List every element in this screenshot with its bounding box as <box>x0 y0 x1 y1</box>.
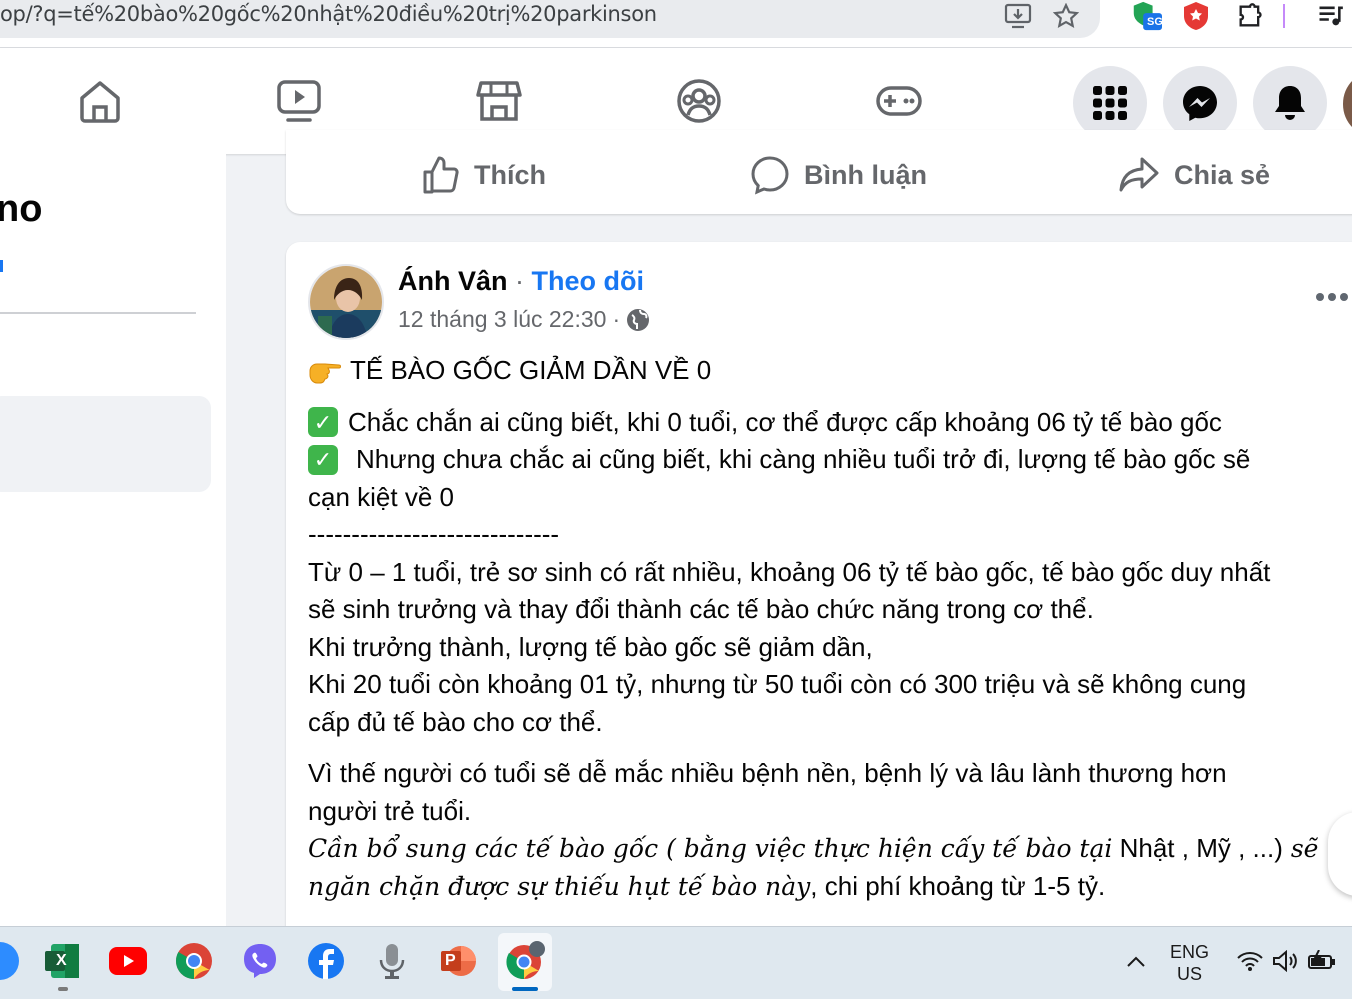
address-bar[interactable]: op/?q=tế%20bào%20gốc%20nhật%20điều%20trị… <box>0 0 1100 38</box>
viber-app-icon[interactable] <box>240 941 280 981</box>
extensions-puzzle-icon[interactable] <box>1234 0 1266 32</box>
powerpoint-letter: P <box>445 952 456 969</box>
body-line: sẽ sinh trưởng và thay đổi thành các tế … <box>308 594 1094 624</box>
public-globe-icon <box>627 308 650 331</box>
author-separator: · <box>515 266 525 296</box>
italic-paragraph-line-1: Cần bổ sung các tế bào gốc ( bằng việc t… <box>308 830 1348 868</box>
watch-video-icon[interactable] <box>269 72 329 130</box>
home-icon[interactable] <box>70 72 130 130</box>
author-line: Ánh Vân · Theo dõi <box>398 266 644 297</box>
comment-label: Bình luận <box>804 159 927 190</box>
sidebar-link-marker[interactable] <box>0 260 3 272</box>
gaming-icon[interactable] <box>869 72 929 130</box>
sidebar-divider <box>0 312 196 314</box>
share-button[interactable]: Chia sẻ <box>1118 152 1270 198</box>
body-line: Vì thế người có tuổi sẽ dễ mắc nhiều bện… <box>308 758 1227 788</box>
chrome-app-icon[interactable] <box>174 941 214 981</box>
body-line: người trẻ tuổi. <box>308 795 472 826</box>
follow-link[interactable]: Theo dõi <box>532 266 644 296</box>
volume-speaker-icon[interactable] <box>1266 941 1306 981</box>
plain-text: , chi phí khoảng từ 1-5 tỷ. <box>810 870 1106 901</box>
like-thumb-icon <box>423 156 459 194</box>
url-text[interactable]: op/?q=tế%20bào%20gốc%20nhật%20điều%20trị… <box>0 2 657 26</box>
input-language-indicator[interactable]: ENG US <box>1170 941 1209 985</box>
author-avatar[interactable] <box>308 264 384 340</box>
italic-text: sẽ <box>1282 834 1319 863</box>
left-sidebar: no <box>0 154 226 929</box>
post-body: TẾ BÀO GỐC GIẢM DẦN VỀ 0 ✓ Chắc chắn ai … <box>308 352 1348 905</box>
body-line: Từ 0 – 1 tuổi, trẻ sơ sinh có rất nhiều,… <box>308 556 1271 587</box>
show-hidden-icons-chevron-icon[interactable] <box>1116 941 1156 981</box>
like-button[interactable]: Thích <box>420 152 546 198</box>
check-text-1: Chắc chắn ai cũng biết, khi 0 tuổi, cơ t… <box>348 406 1222 437</box>
microphone-app-icon[interactable] <box>372 941 412 981</box>
italic-paragraph-line-2: ngăn chặn được sự thiếu hụt tế bào này ,… <box>308 868 1348 906</box>
windows-taskbar: X P ENG US <box>0 926 1352 999</box>
powerpoint-app-icon[interactable]: P <box>438 941 478 981</box>
check-mark-icon: ✓ <box>308 444 338 475</box>
body-line: cạn kiệt về 0 <box>308 481 454 512</box>
extension-badge: SG <box>1147 16 1163 28</box>
post-meta: 12 tháng 3 lúc 22:30 · <box>398 306 650 333</box>
messenger-icon[interactable] <box>1163 66 1237 140</box>
zoom-app-icon[interactable] <box>0 941 20 981</box>
body-line: Khi 20 tuổi còn khoảng 01 tỷ, nhưng từ 5… <box>308 669 1247 699</box>
check-text-2: Nhưng chưa chắc ai cũng biết, khi càng n… <box>356 444 1251 474</box>
divider-line: ----------------------------- <box>308 519 560 549</box>
check-mark-icon: ✓ <box>308 407 338 438</box>
italic-text: ngăn chặn được sự thiếu hụt tế bào này <box>308 871 811 901</box>
post-heading: TẾ BÀO GỐC GIẢM DẦN VỀ 0 <box>350 355 712 385</box>
toolbar-divider <box>1282 0 1286 32</box>
check-line-1: ✓ Chắc chắn ai cũng biết, khi 0 tuổi, cơ… <box>308 404 1348 442</box>
shield-extension-icon[interactable] <box>1180 0 1212 32</box>
meta-separator: · <box>612 306 621 332</box>
wifi-icon[interactable] <box>1230 941 1270 981</box>
keyboard-layout: US <box>1177 964 1203 984</box>
previous-post-actions: Thích Bình luận Chia sẻ <box>286 130 1352 214</box>
pointing-hand-emoji-icon <box>309 363 341 384</box>
install-app-icon[interactable] <box>1002 0 1034 32</box>
comment-bubble-icon <box>751 156 789 195</box>
check-line-2: ✓ Nhưng chưa chắc ai cũng biết, khi càng… <box>308 441 1348 479</box>
like-label: Thích <box>474 159 546 190</box>
share-label: Chia sẻ <box>1174 159 1271 190</box>
italic-text: Cần bổ sung các tế bào gốc ( bằng việc t… <box>308 834 1113 863</box>
bookmark-star-icon[interactable] <box>1050 0 1082 32</box>
sidebar-selected-item[interactable] <box>0 396 211 492</box>
post-heading-line: TẾ BÀO GỐC GIẢM DẦN VỀ 0 <box>308 352 1348 390</box>
active-app-indicator <box>512 987 538 991</box>
post-timestamp[interactable]: 12 tháng 3 lúc 22:30 <box>398 306 606 333</box>
notifications-bell-icon[interactable] <box>1253 66 1327 140</box>
vpn-extension-icon[interactable]: SG <box>1130 0 1163 32</box>
post-more-options-icon[interactable] <box>1312 282 1352 312</box>
comment-button[interactable]: Bình luận <box>750 152 927 198</box>
author-name[interactable]: Ánh Vân <box>398 266 508 296</box>
browser-toolbar: op/?q=tế%20bào%20gốc%20nhật%20điều%20trị… <box>0 0 1352 48</box>
marketplace-icon[interactable] <box>469 72 529 130</box>
menu-grid-icon[interactable] <box>1073 66 1147 140</box>
language-code: ENG <box>1170 942 1210 962</box>
battery-charging-icon[interactable] <box>1302 941 1342 981</box>
body-line: Khi trưởng thành, lượng tế bào gốc sẽ gi… <box>308 631 873 662</box>
chrome-active-app-icon[interactable] <box>505 941 545 981</box>
media-queue-icon[interactable] <box>1314 0 1346 32</box>
plain-text: Nhật , Mỹ , ...) <box>1112 833 1283 863</box>
feed-post: Ánh Vân · Theo dõi 12 tháng 3 lúc 22:30 … <box>286 242 1352 942</box>
sidebar-title: no <box>0 188 43 230</box>
body-line: cấp đủ tế bào cho cơ thể. <box>308 706 603 737</box>
share-arrow-icon <box>1119 157 1159 192</box>
groups-icon[interactable] <box>669 72 729 130</box>
youtube-app-icon[interactable] <box>108 941 148 981</box>
excel-app-icon[interactable]: X <box>42 941 82 981</box>
excel-letter: X <box>56 952 67 969</box>
excel-running-indicator <box>58 987 68 991</box>
facebook-app-icon[interactable] <box>306 941 346 981</box>
